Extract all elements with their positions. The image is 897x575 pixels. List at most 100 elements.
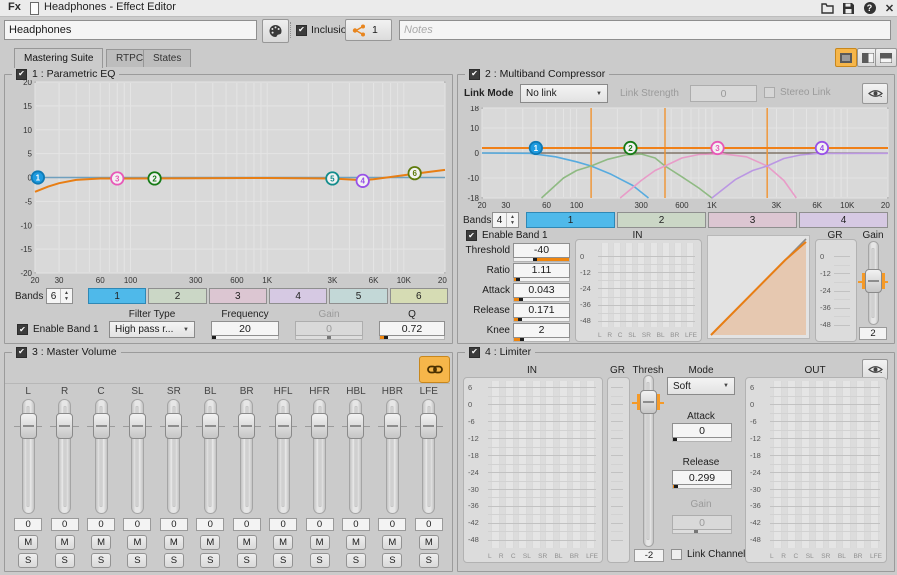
eq-q-slider[interactable] [379,336,445,340]
master-fader-value-L[interactable]: 0 [14,518,42,531]
tab-states[interactable]: States [143,49,191,67]
layout-single-pane-button[interactable] [835,48,857,67]
eq-gain-slider[interactable] [295,336,363,340]
compressor-band-button-3[interactable]: 3 [708,212,797,228]
xover-chart-band-marker-1[interactable]: 1 [530,142,542,154]
compressor-ratio-field[interactable]: 1.11 [513,263,570,278]
master-fader-value-SR[interactable]: 0 [160,518,188,531]
limiter-mode-dropdown[interactable]: Soft ▼ [667,377,735,395]
limiter-release-field[interactable]: 0.299 [672,470,732,485]
help-icon[interactable]: ? [862,1,877,15]
eq-band-button-5[interactable]: 5 [329,288,387,304]
master-fader-value-R[interactable]: 0 [51,518,79,531]
mute-button-LFE[interactable]: M [419,535,439,550]
object-name-input[interactable] [4,20,257,40]
eq-band-button-4[interactable]: 4 [269,288,327,304]
eq-chart-band-marker-5[interactable]: 5 [326,172,338,184]
master-fader-handle-HBR[interactable] [384,413,401,439]
eq-q-field[interactable]: 0.72 [379,321,445,336]
compressor-attack-field[interactable]: 0.043 [513,283,570,298]
master-fader-handle-HBL[interactable] [347,413,364,439]
limiter-threshold-value[interactable]: -2 [634,549,664,562]
mute-button-HBL[interactable]: M [346,535,366,550]
master-fader-handle-R[interactable] [56,413,73,439]
compressor-gain-value[interactable]: 2 [859,327,887,340]
link-faders-button[interactable] [419,356,450,383]
mute-button-BR[interactable]: M [237,535,257,550]
mute-button-L[interactable]: M [18,535,38,550]
master-fader-value-HFL[interactable]: 0 [269,518,297,531]
solo-button-C[interactable]: S [91,553,111,568]
compressor-ratio-slider[interactable] [513,278,570,282]
sharesets-button[interactable]: 1 [345,19,392,41]
limiter-enable-checkbox[interactable]: ✔ [469,347,480,358]
master-fader-handle-L[interactable] [20,413,37,439]
mute-button-SR[interactable]: M [164,535,184,550]
tab-mastering-suite[interactable]: Mastering Suite [14,48,103,68]
compressor-band-button-2[interactable]: 2 [617,212,706,228]
master-fader-handle-C[interactable] [93,413,110,439]
limiter-gain-slider[interactable] [672,530,732,534]
inclusion-checkbox[interactable]: ✔ [296,25,307,36]
solo-button-BL[interactable]: S [200,553,220,568]
eq-enable-checkbox[interactable]: ✔ [16,69,27,80]
eq-chart-band-marker-6[interactable]: 6 [408,167,420,179]
eq-chart-band-marker-1[interactable]: 1 [32,171,44,183]
mute-button-HFL[interactable]: M [273,535,293,550]
link-channels-checkbox[interactable] [671,549,682,560]
eq-band-button-1[interactable]: 1 [88,288,146,304]
solo-button-HBL[interactable]: S [346,553,366,568]
xover-chart-band-marker-2[interactable]: 2 [624,142,636,154]
limiter-threshold-slider[interactable] [630,375,666,547]
solo-button-HFL[interactable]: S [273,553,293,568]
compressor-bands-spinner[interactable]: 4 ▲▼ [492,212,519,228]
eq-enable-band-checkbox[interactable]: ✔ [17,324,28,335]
xover-chart-band-marker-4[interactable]: 4 [816,142,828,154]
master-fader-value-LFE[interactable]: 0 [415,518,443,531]
close-icon[interactable]: ✕ [882,1,897,15]
mute-button-R[interactable]: M [55,535,75,550]
notes-input[interactable] [399,20,891,40]
master-fader-value-BL[interactable]: 0 [196,518,224,531]
master-fader-handle-HFL[interactable] [275,413,292,439]
master-fader-value-HBL[interactable]: 0 [342,518,370,531]
limiter-attack-field[interactable]: 0 [672,423,732,438]
mute-button-HFR[interactable]: M [310,535,330,550]
compressor-enable-checkbox[interactable]: ✔ [469,69,480,80]
eq-frequency-field[interactable]: 20 [211,321,279,336]
mute-button-BL[interactable]: M [200,535,220,550]
compressor-crossover-graph[interactable]: 18100-10-182030601003006001K3K6K10K20K12… [462,106,890,211]
master-fader-handle-BR[interactable] [238,413,255,439]
compressor-gain-slider[interactable] [856,241,890,325]
solo-button-L[interactable]: S [18,553,38,568]
master-fader-value-C[interactable]: 0 [87,518,115,531]
compressor-band-button-1[interactable]: 1 [526,212,615,228]
solo-button-LFE[interactable]: S [419,553,439,568]
master-fader-value-HBR[interactable]: 0 [378,518,406,531]
eq-frequency-graph[interactable]: 20151050-5-10-15-202030601003006001K3K6K… [13,80,447,286]
xover-chart-band-marker-3[interactable]: 3 [711,142,723,154]
eq-chart-band-marker-4[interactable]: 4 [357,175,369,187]
compressor-enable-band-checkbox[interactable]: ✔ [466,230,477,241]
master-fader-value-SL[interactable]: 0 [123,518,151,531]
compressor-threshold-slider[interactable] [513,258,570,262]
eq-band-button-6[interactable]: 6 [390,288,448,304]
master-enable-checkbox[interactable]: ✔ [16,347,27,358]
limiter-threshold-handle[interactable] [640,390,657,414]
compressor-release-slider[interactable] [513,318,570,322]
limiter-attack-slider[interactable] [672,438,732,442]
limiter-release-slider[interactable] [672,485,732,489]
compressor-gain-handle[interactable] [865,269,882,293]
layout-split-horizontal-button[interactable] [875,48,897,67]
eq-bands-spinner[interactable]: 6 ▲▼ [46,288,73,304]
mute-button-HBR[interactable]: M [382,535,402,550]
compressor-threshold-field[interactable]: -40 [513,243,570,258]
master-fader-handle-SR[interactable] [165,413,182,439]
mute-button-C[interactable]: M [91,535,111,550]
eq-filter-type-dropdown[interactable]: High pass r... ▼ [109,321,195,338]
meter-view-button[interactable] [862,83,888,104]
solo-button-R[interactable]: S [55,553,75,568]
eq-frequency-slider[interactable] [211,336,279,340]
master-fader-handle-LFE[interactable] [420,413,437,439]
compressor-band-button-4[interactable]: 4 [799,212,888,228]
